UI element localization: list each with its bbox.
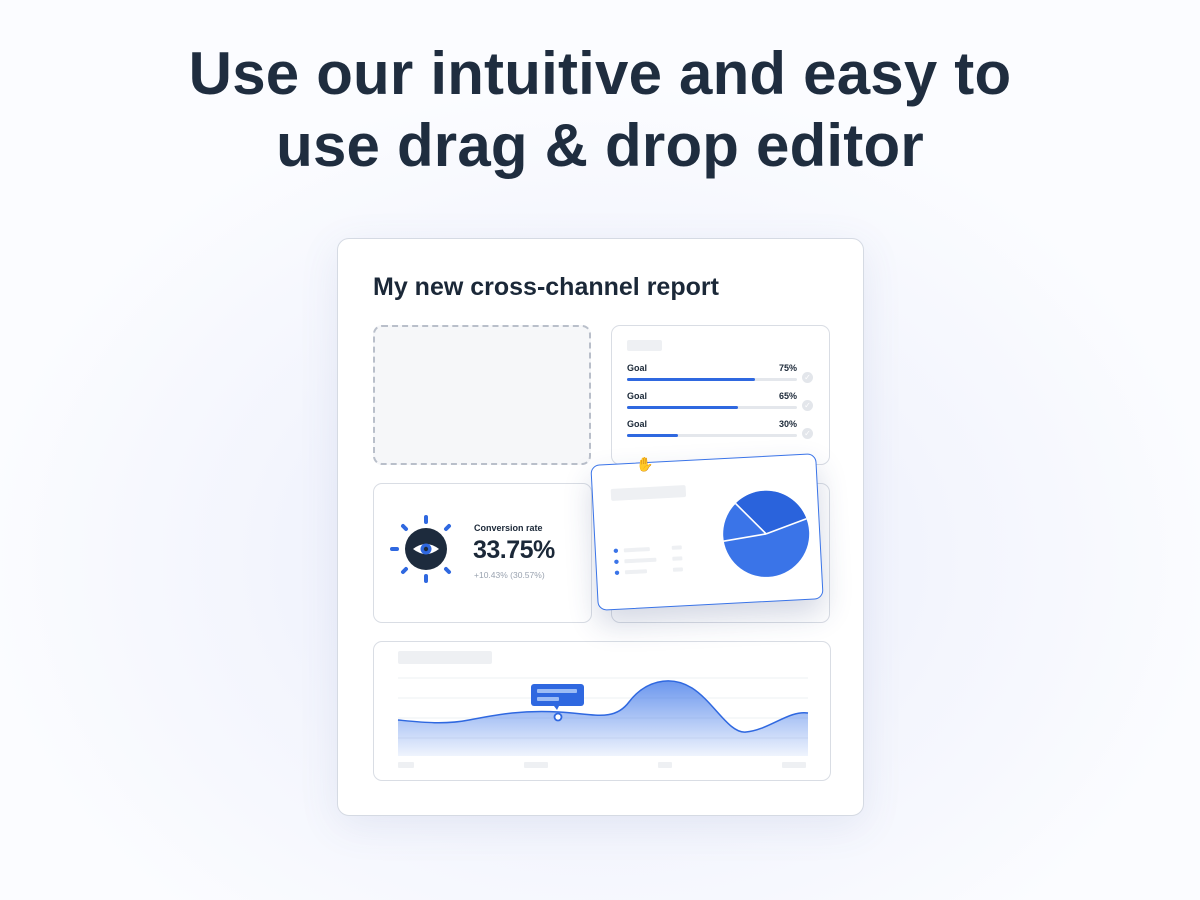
goal-progress-track <box>627 434 797 437</box>
chart-point-marker <box>553 712 563 722</box>
area-chart-widget[interactable] <box>373 641 831 781</box>
check-icon: ✓ <box>802 372 813 383</box>
goal-progress-track <box>627 406 797 409</box>
goal-progress-fill <box>627 434 678 437</box>
goal-row: Goal 30% ✓ <box>627 419 813 439</box>
widget-title-placeholder <box>610 485 687 501</box>
goal-percent: 75% <box>778 363 797 373</box>
widget-title-placeholder <box>627 340 662 351</box>
drop-zone[interactable] <box>373 325 591 465</box>
check-icon: ✓ <box>802 428 813 439</box>
legend-placeholder <box>613 545 683 575</box>
headline-line-2: use drag & drop editor <box>276 112 924 179</box>
chart-tooltip <box>531 684 584 710</box>
goal-progress-fill <box>627 406 738 409</box>
goal-progress-track <box>627 378 797 381</box>
eye-icon <box>390 515 451 583</box>
goal-label: Goal <box>627 391 648 401</box>
conversion-change: +10.43% (30.57%) <box>474 570 545 580</box>
goal-percent: 30% <box>778 419 797 429</box>
headline: Use our intuitive and easy to use drag &… <box>0 38 1200 182</box>
report-title[interactable]: My new cross-channel report <box>373 273 719 302</box>
goal-row: Goal 75% ✓ <box>627 363 813 383</box>
headline-line-1: Use our intuitive and easy to <box>188 40 1012 107</box>
conversion-widget[interactable]: Conversion rate 33.75% +10.43% (30.57%) <box>373 483 592 623</box>
goal-row: Goal 65% ✓ <box>627 391 813 411</box>
goal-label: Goal <box>627 419 648 429</box>
report-canvas: My new cross-channel report Goal 75% ✓ G… <box>337 238 864 816</box>
conversion-value: 33.75% <box>473 536 555 564</box>
goals-widget[interactable]: Goal 75% ✓ Goal 65% ✓ Goal 30% ✓ <box>611 325 830 465</box>
goal-progress-fill <box>627 378 755 381</box>
grab-hand-icon: ✋ <box>636 456 654 472</box>
pie-chart <box>723 490 810 577</box>
area-chart <box>397 677 809 768</box>
dragged-pie-widget[interactable] <box>590 453 824 611</box>
goal-percent: 65% <box>778 391 797 401</box>
check-icon: ✓ <box>802 400 813 411</box>
goal-label: Goal <box>627 363 648 373</box>
conversion-label: Conversion rate <box>474 523 543 533</box>
